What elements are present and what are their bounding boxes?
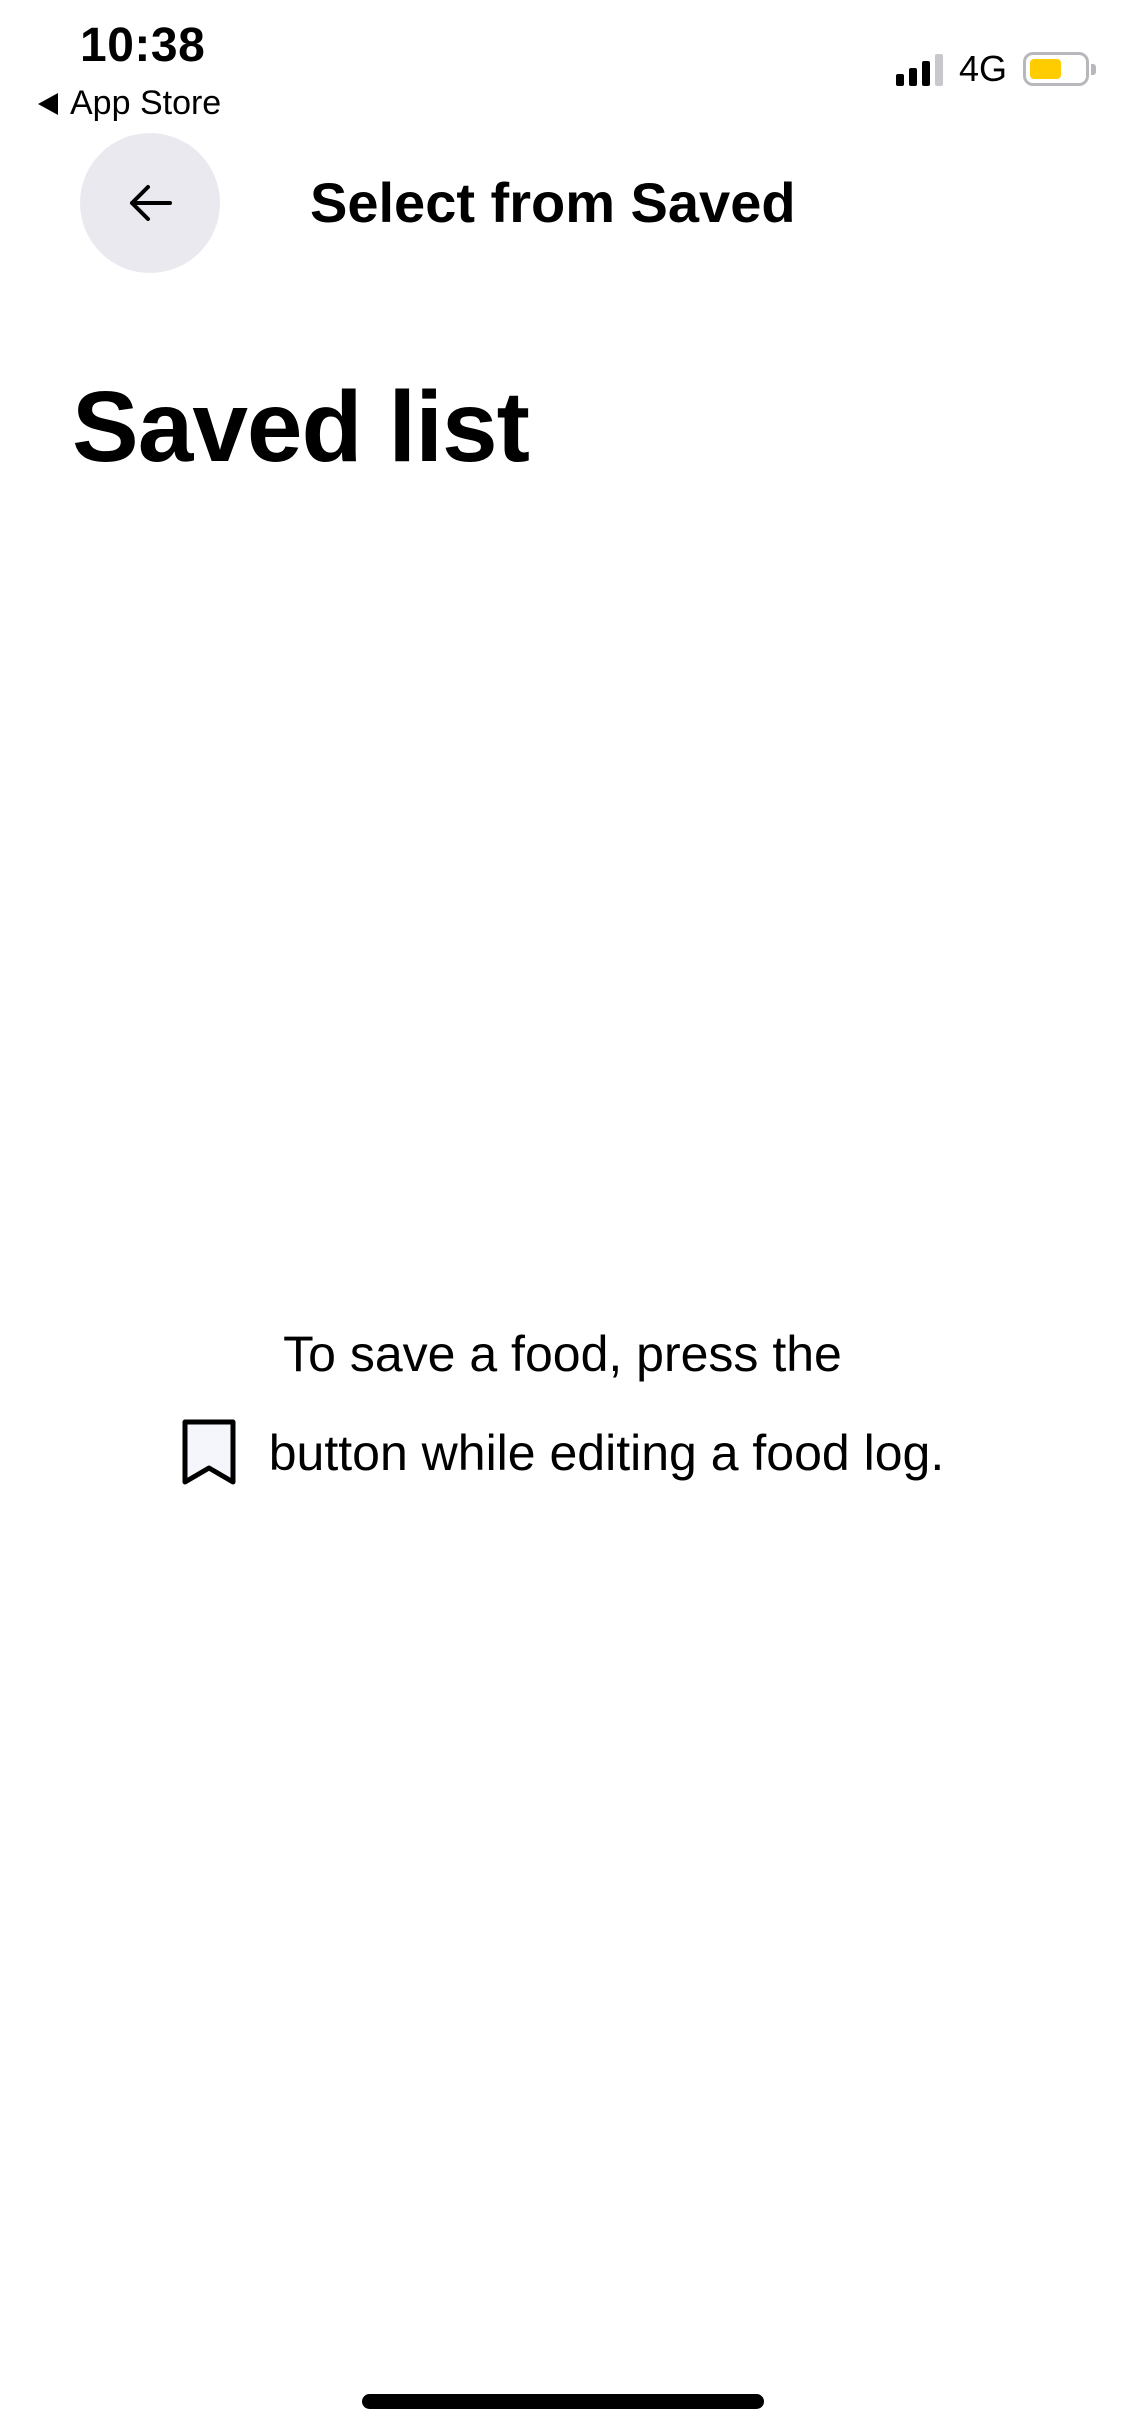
- cellular-signal-icon: [895, 52, 943, 86]
- home-indicator[interactable]: [362, 2394, 764, 2409]
- back-button[interactable]: [80, 133, 220, 273]
- back-to-app-store[interactable]: App Store: [38, 84, 221, 123]
- battery-icon: [1023, 52, 1096, 86]
- empty-state-line-2: button while editing a food log.: [0, 1418, 1125, 1488]
- screen: 10:38 App Store 4G Select from Saved Sav…: [0, 0, 1125, 2436]
- bookmark-icon: [182, 1419, 236, 1485]
- status-time: 10:38: [80, 19, 206, 72]
- empty-state-text-2: button while editing a food log.: [268, 1425, 945, 1481]
- empty-state-text-1: To save a food, press the: [283, 1326, 842, 1382]
- back-to-app-label: App Store: [70, 84, 222, 122]
- arrow-left-icon: [130, 185, 172, 221]
- status-indicators: 4G: [895, 48, 1096, 90]
- back-triangle-icon: [38, 92, 58, 115]
- page-title: Saved list: [72, 371, 530, 483]
- header-title: Select from Saved: [310, 171, 796, 234]
- network-type: 4G: [958, 48, 1007, 89]
